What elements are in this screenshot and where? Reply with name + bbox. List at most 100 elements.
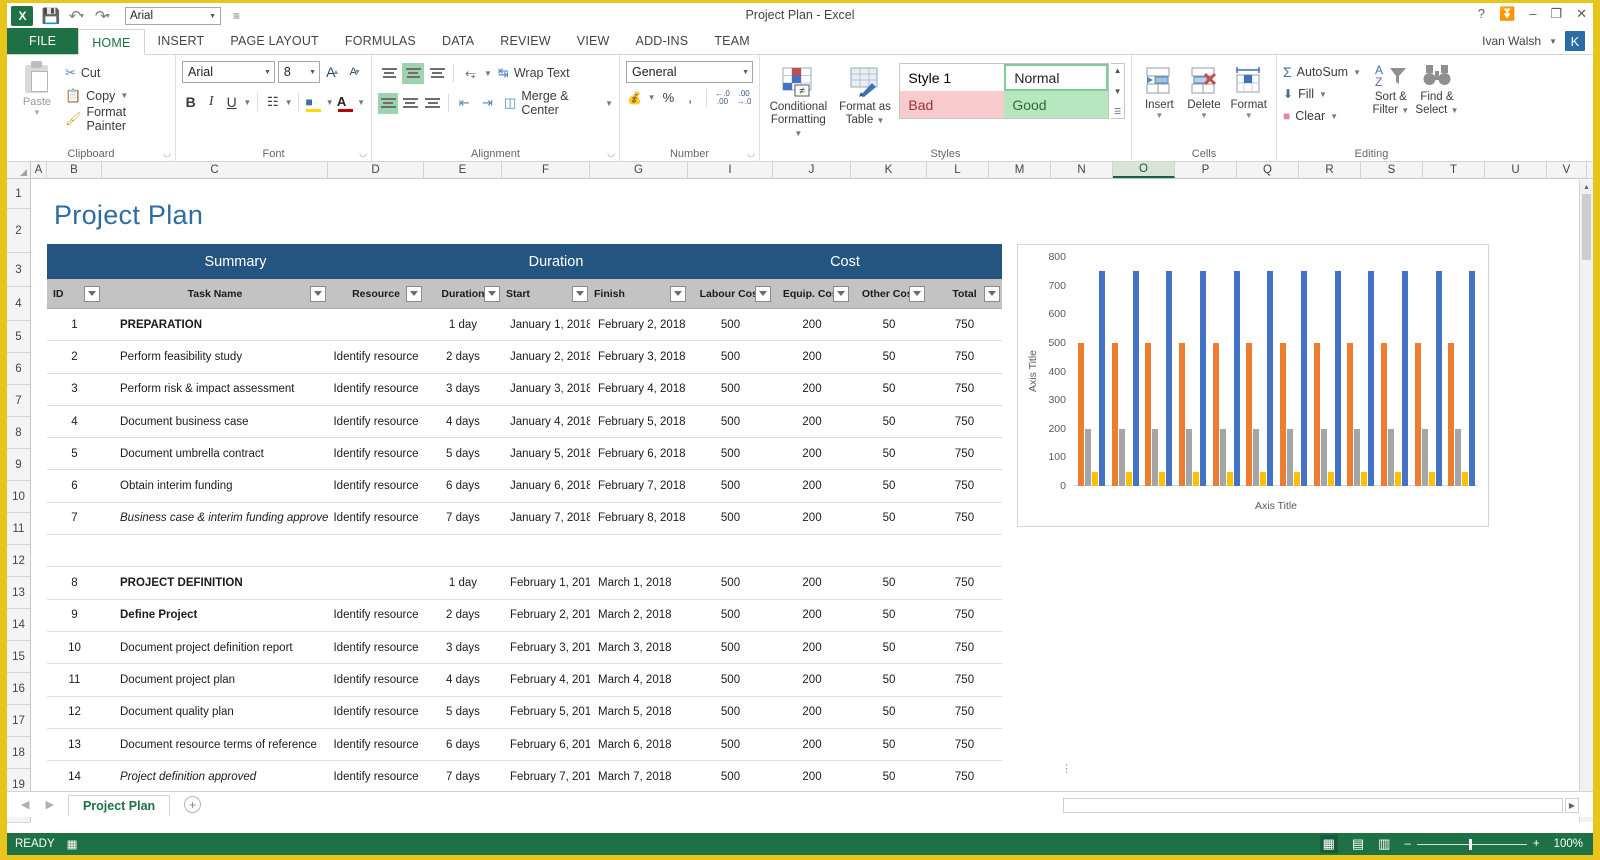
cell-total[interactable]: 750 (927, 351, 1002, 363)
cell-finish[interactable]: March 3, 2018 (590, 642, 688, 654)
chart-bar[interactable] (1469, 271, 1475, 486)
cell-start[interactable]: February 1, 2018 (502, 577, 590, 589)
font-color-button[interactable]: A (337, 91, 354, 113)
chevron-down-icon[interactable]: ▼ (1330, 112, 1338, 121)
clear-button[interactable]: ■ Clear ▼ (1283, 105, 1368, 127)
cell-other[interactable]: 50 (851, 577, 927, 589)
cell-equip[interactable]: 200 (773, 512, 851, 524)
chevron-down-icon[interactable]: ▼ (1353, 68, 1361, 77)
chart-bar[interactable] (1287, 429, 1293, 486)
scroll-up-icon[interactable]: ▲ (1580, 180, 1593, 194)
column-header-F[interactable]: F (502, 162, 590, 178)
cell-labour[interactable]: 500 (688, 739, 773, 751)
cell-task[interactable]: PROJECT DEFINITION (102, 577, 328, 589)
cell-labour[interactable]: 500 (688, 609, 773, 621)
column-header-G[interactable]: G (590, 162, 688, 178)
cell-id[interactable]: 8 (47, 577, 102, 589)
chart-bar[interactable] (1381, 343, 1387, 486)
chart-bar[interactable] (1301, 271, 1307, 486)
cell-duration[interactable]: 7 days (424, 512, 502, 524)
decrease-font-size-button[interactable]: A▼ (346, 61, 365, 83)
chart-bar[interactable] (1335, 271, 1341, 486)
fill-color-button[interactable]: ■ (305, 91, 322, 113)
chart-bar[interactable] (1078, 343, 1084, 486)
table-row[interactable] (47, 535, 1002, 567)
column-header-Q[interactable]: Q (1237, 162, 1299, 178)
cell-total[interactable]: 750 (927, 448, 1002, 460)
chart-bar[interactable] (1455, 429, 1461, 486)
chevron-down-icon[interactable]: ▼ (1227, 111, 1270, 120)
chart-bar[interactable] (1085, 429, 1091, 486)
italic-button[interactable]: I (202, 91, 219, 113)
sort-filter-button[interactable]: A Z Sort & Filter ▼ (1368, 61, 1414, 127)
tab-data[interactable]: DATA (429, 28, 487, 54)
cell-resource[interactable]: Identify resource (328, 706, 424, 718)
cell-duration[interactable]: 2 days (424, 609, 502, 621)
next-sheet-icon[interactable]: ▶ (45, 798, 53, 811)
format-as-table-button[interactable]: Format as Table ▼ (833, 63, 898, 127)
cell-id[interactable]: 13 (47, 739, 102, 751)
column-header-N[interactable]: N (1051, 162, 1113, 178)
insert-cells-button[interactable]: Insert ▼ (1138, 63, 1181, 120)
chart-bar[interactable] (1415, 343, 1421, 486)
conditional-formatting-button[interactable]: ≠ Conditional Formatting ▼ (766, 63, 831, 140)
more-styles-icon[interactable]: ☰ (1114, 107, 1121, 116)
style-cell-normal[interactable]: Normal (1004, 64, 1108, 91)
cell-other[interactable]: 50 (851, 609, 927, 621)
increase-indent-button[interactable]: ⇥ (477, 92, 498, 114)
ribbon-display-options-icon[interactable]: ⏬ (1499, 4, 1515, 24)
cell-other[interactable]: 50 (851, 383, 927, 395)
chart-bar[interactable] (1179, 343, 1185, 486)
cell-total[interactable]: 750 (927, 383, 1002, 395)
cell-labour[interactable]: 500 (688, 642, 773, 654)
cell-duration[interactable]: 3 days (424, 383, 502, 395)
chart-bar[interactable] (1200, 271, 1206, 486)
chart-bar[interactable] (1314, 343, 1320, 486)
cell-equip[interactable]: 200 (773, 577, 851, 589)
cell-labour[interactable]: 500 (688, 351, 773, 363)
cell-start[interactable]: January 3, 2018 (502, 383, 590, 395)
cell-id[interactable]: 9 (47, 609, 102, 621)
cell-total[interactable]: 750 (927, 609, 1002, 621)
cell-id[interactable]: 5 (47, 448, 102, 460)
table-row[interactable]: 10Document project definition reportIden… (47, 632, 1002, 664)
cell-equip[interactable]: 200 (773, 706, 851, 718)
chart-bar[interactable] (1099, 271, 1105, 486)
column-header-I[interactable]: I (688, 162, 773, 178)
chevron-down-icon[interactable]: ▼ (1319, 90, 1327, 99)
row-header-11[interactable]: 11 (7, 513, 30, 545)
zoom-level-label[interactable]: 100% (1554, 838, 1583, 850)
column-header-J[interactable]: J (773, 162, 851, 178)
cell-total[interactable]: 750 (927, 319, 1002, 331)
cell-labour[interactable]: 500 (688, 416, 773, 428)
format-cells-button[interactable]: Format ▼ (1227, 63, 1270, 120)
column-header-V[interactable]: V (1547, 162, 1587, 178)
column-header-D[interactable]: D (328, 162, 424, 178)
font-dialog-launcher[interactable]: ◡ (359, 148, 367, 159)
column-header-finish[interactable]: Finish (590, 279, 688, 309)
chart-bar[interactable] (1260, 472, 1266, 486)
cell-total[interactable]: 750 (927, 771, 1002, 783)
comma-style-button[interactable]: , (681, 87, 699, 108)
cell-equip[interactable]: 200 (773, 319, 851, 331)
find-select-button[interactable]: Find & Select ▼ (1414, 61, 1460, 127)
cell-other[interactable]: 50 (851, 416, 927, 428)
help-icon[interactable]: ? (1478, 4, 1485, 24)
fill-button[interactable]: ⬇ Fill ▼ (1283, 83, 1368, 105)
chart-bar[interactable] (1220, 429, 1226, 486)
filter-dropdown-icon[interactable] (406, 286, 422, 302)
table-row[interactable]: 14Project definition approvedIdentify re… (47, 761, 1002, 793)
filter-dropdown-icon[interactable] (984, 286, 1000, 302)
cell-duration[interactable]: 2 days (424, 351, 502, 363)
cell-duration[interactable]: 1 day (424, 319, 502, 331)
merge-center-button[interactable]: ◫ Merge & Center ▼ (500, 92, 613, 114)
bar-chart[interactable]: 0100200300400500600700800 Axis Title Axi… (1017, 244, 1489, 527)
cell-styles-scrollbar[interactable]: ▲ ▼ ☰ (1111, 63, 1125, 119)
chart-bar[interactable] (1402, 271, 1408, 486)
cell-total[interactable]: 750 (927, 739, 1002, 751)
paste-button[interactable]: Paste ▼ (13, 61, 61, 130)
record-macro-icon[interactable]: ▦ (67, 837, 78, 851)
tab-insert[interactable]: INSERT (145, 28, 218, 54)
normal-view-icon[interactable]: ▦ (1320, 835, 1338, 853)
cell-start[interactable]: February 3, 2018 (502, 642, 590, 654)
